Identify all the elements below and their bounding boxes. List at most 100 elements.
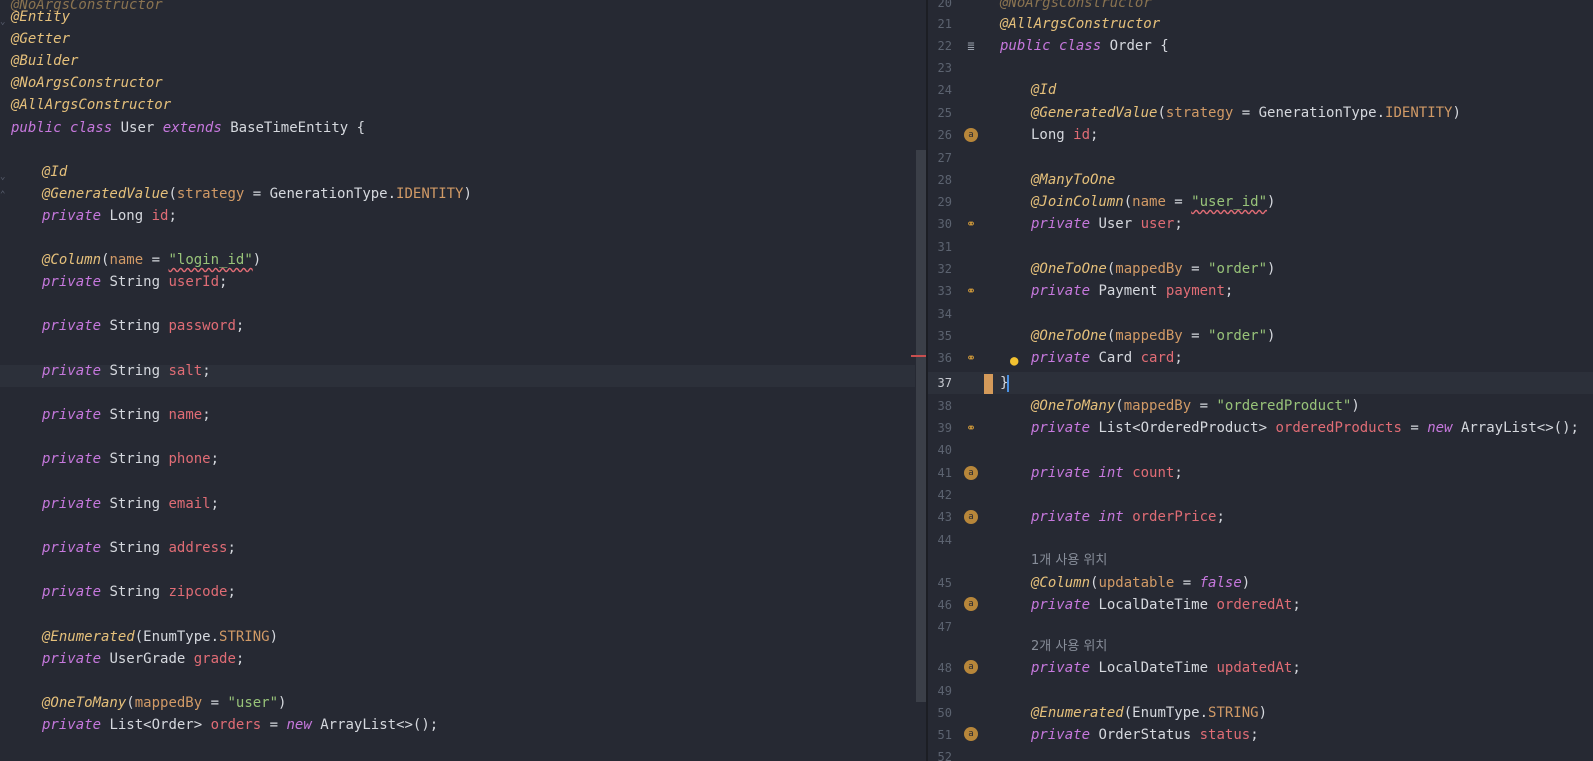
right-editor-pane[interactable]: 20 21 22 23 24 25 26 27 28 29 30 31 32 3… [928,0,1593,761]
line-number: 21 [937,17,952,31]
field-line: private String password; [42,318,245,334]
line-number: 33 [937,284,952,298]
field-line: private String phone; [42,451,220,467]
database-icon[interactable]: ≣ [964,39,978,53]
field-access-icon[interactable]: a [964,727,978,741]
field-line: private String email; [42,496,220,512]
line-number: 22 [937,39,952,53]
code-line: @GeneratedValue(strategy = GenerationTyp… [1031,105,1461,121]
line-number: 43 [937,510,952,524]
line-number: 26 [937,128,952,142]
field-line: private String userId; [42,274,228,290]
line-number: 52 [937,750,952,761]
line-number: 44 [937,533,952,547]
code-line: @Id [42,164,68,180]
field-line: private LocalDateTime updatedAt; [1031,660,1301,676]
line-number: 27 [937,151,952,165]
code-line: @OneToOne(mappedBy = "order") [1031,261,1276,277]
line-number: 36 [937,351,952,365]
field-access-icon[interactable]: a [964,466,978,480]
line-number: 25 [937,106,952,120]
fold-icon[interactable]: ⌄ [0,18,8,27]
code-line: @Column(updatable = false) [1031,575,1251,591]
line-number: 31 [937,240,952,254]
code-editor: ⌄ ⌄ ⌃ @NoArgsConstructor @Entity @Getter… [0,0,1593,761]
field-line: private int orderPrice; [1031,509,1225,525]
code-line: @Entity [11,9,71,25]
field-line: private OrderStatus status; [1031,727,1259,743]
field-line: private String address; [42,540,236,556]
code-line: @Builder [11,53,79,69]
class-declaration: public class Order { [1000,38,1169,54]
code-line: @Id [1031,82,1057,98]
field-access-icon[interactable]: a [964,597,978,611]
fold-icon[interactable]: ⌃ [0,191,8,200]
relation-link-icon[interactable]: ⚭ [964,421,978,435]
change-marker[interactable] [984,374,993,394]
line-number: 45 [937,576,952,590]
usage-hint[interactable]: 2개 사용 위치 [1031,636,1107,658]
code-line: @JoinColumn(name = "user_id") [1031,194,1276,210]
field-line: private String salt; [42,363,211,379]
field-line: private Card card; [1031,350,1183,366]
field-line: private User user; [1031,216,1183,232]
line-number: 30 [937,217,952,231]
line-number: 34 [937,307,952,321]
field-line: private String name; [42,407,211,423]
field-line: private LocalDateTime orderedAt; [1031,597,1301,613]
field-line: private String zipcode; [42,584,236,600]
class-declaration: public class User extends BaseTimeEntity… [11,120,366,136]
field-access-icon[interactable]: a [964,510,978,524]
line-number: 20 [937,0,952,10]
fold-icon[interactable]: ⌄ [0,173,8,182]
code-line: @OneToMany(mappedBy = "orderedProduct") [1031,398,1360,414]
usage-hint[interactable]: 1개 사용 위치 [1031,550,1107,572]
intention-bulb-icon[interactable]: ● [1010,353,1024,369]
code-line: @Enumerated(EnumType.STRING) [1031,705,1268,721]
code-line[interactable]: } [1000,372,1008,394]
line-number: 39 [937,421,952,435]
error-stripe-marker[interactable] [911,355,926,357]
code-line: @OneToOne(mappedBy = "order") [1031,328,1276,344]
field-line: private UserGrade grade; [42,651,245,667]
field-line: private List<OrderedProduct> orderedProd… [1031,420,1579,436]
line-number: 32 [937,262,952,276]
line-number: 49 [937,684,952,698]
relation-link-icon[interactable]: ⚭ [964,284,978,298]
field-line: private List<Order> orders = new ArrayLi… [42,717,439,733]
line-number: 47 [937,620,952,634]
field-line: private Payment payment; [1031,283,1234,299]
field-access-icon[interactable]: a [964,128,978,142]
field-line: private int count; [1031,465,1183,481]
line-number: 46 [937,598,952,612]
code-line: @Column(name = "login_id") [42,252,262,268]
line-number: 50 [937,706,952,720]
line-number: 41 [937,466,952,480]
code-line: @NoArgsConstructor [1000,0,1152,11]
line-number: 28 [937,173,952,187]
code-line: @ManyToOne [1031,172,1116,188]
current-line-highlight [928,372,1593,394]
vertical-scrollbar[interactable] [916,150,926,702]
relation-link-icon[interactable]: ⚭ [964,217,978,231]
field-line: private Long id; [42,208,177,224]
line-number: 40 [937,443,952,457]
code-line: @AllArgsConstructor [11,97,172,113]
code-line: @Enumerated(EnumType.STRING) [42,629,279,645]
left-editor-pane[interactable]: ⌄ ⌄ ⌃ @NoArgsConstructor @Entity @Getter… [0,0,926,761]
code-line: @GeneratedValue(strategy = GenerationTyp… [42,186,472,202]
line-number: 23 [937,61,952,75]
line-number: 35 [937,329,952,343]
line-number: 51 [937,728,952,742]
line-number: 38 [937,399,952,413]
code-line: @AllArgsConstructor [1000,16,1161,32]
line-number: 37 [937,376,952,390]
field-access-icon[interactable]: a [964,660,978,674]
code-line: @NoArgsConstructor [11,75,163,91]
relation-link-icon[interactable]: ⚭ [964,351,978,365]
field-line: Long id; [1031,127,1099,143]
code-line: @OneToMany(mappedBy = "user") [42,695,287,711]
line-number: 48 [937,661,952,675]
code-line: @Getter [11,31,71,47]
line-number: 42 [937,488,952,502]
